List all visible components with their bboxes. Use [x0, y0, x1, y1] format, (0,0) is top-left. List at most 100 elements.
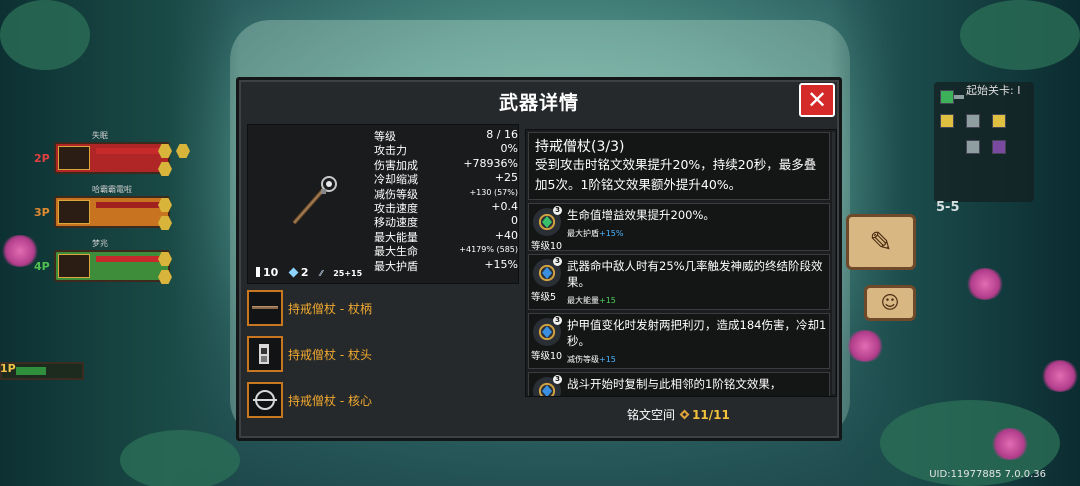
potion-count: 10 — [256, 266, 278, 279]
health-bar — [16, 367, 46, 375]
health-bar — [96, 148, 164, 154]
minimap-room — [966, 114, 980, 128]
crystal-icon — [288, 267, 299, 278]
stat-row: 最大护盾 +15% — [374, 257, 522, 273]
weapon-part-handle[interactable]: 持戒僧杖 - 杖柄 — [247, 290, 519, 328]
player-tag: 3P — [34, 206, 50, 219]
tier-badge: 3 — [553, 206, 562, 215]
inscription-item[interactable]: 3 等级10 护甲值变化时发射两把利刃，造成184伤害，冷却1秒。 减伤等级+1… — [528, 313, 830, 369]
stats-list: 等级 8 / 16 攻击力 0% 伤害加成 +78936% 冷却缩减 +25 减伤等级 +130 … — [374, 128, 522, 273]
stat-row: 移动速度 0 — [374, 214, 522, 229]
minimap[interactable]: 起始关卡: I 5-5 — [934, 82, 1034, 215]
inscription-level: 等级10 — [531, 241, 563, 252]
profile-card-icon: ☺ — [880, 292, 900, 314]
inscription-space-value: 11/11 — [692, 408, 730, 422]
teammate-status-bar — [54, 196, 170, 228]
weapon-part-core[interactable]: 持戒僧杖 - 核心 — [247, 382, 519, 420]
stat-value: +78936% — [463, 156, 518, 170]
teammate-card-3p[interactable]: 哈霸霸電啦 3P — [34, 185, 184, 236]
stat-row: 等级 8 / 16 — [374, 128, 522, 143]
inscription-space-label: 铭文空间 — [627, 408, 676, 422]
flower-decoration — [845, 330, 885, 362]
stat-row: 冷却缩减 +25 — [374, 171, 522, 186]
potion-icon — [256, 267, 260, 277]
stat-row: 攻击速度 +0.4 — [374, 200, 522, 215]
minimap-link — [954, 95, 964, 99]
flower-decoration — [1040, 360, 1080, 392]
uid-label: UID:11977885 7.0.0.36 — [929, 469, 1046, 480]
teammate-status-bar — [54, 250, 170, 282]
stat-row: 伤害加成 +78936% — [374, 156, 522, 172]
inscription-item[interactable]: 3 等级10 生命值增益效果提升200%。 最大护盾+15% — [528, 203, 830, 252]
bush-decoration — [120, 430, 240, 486]
tier-badge: 3 — [553, 257, 562, 266]
teammate-status-bar — [54, 142, 170, 174]
stat-value: 0 — [511, 214, 518, 228]
bush-decoration — [0, 0, 90, 70]
green-gem-icon — [542, 216, 552, 228]
inscription-text: 武器命中敌人时有25%几率触发神威的终结阶段效果。 — [567, 259, 823, 289]
flower-decoration — [990, 428, 1030, 460]
part-label: 持戒僧杖 - 杖头 — [288, 348, 372, 362]
stat-value: 8 / 16 — [486, 128, 518, 141]
notebook-icon: ✎ — [869, 225, 893, 259]
teammate-name: 梦兆 — [92, 239, 108, 248]
stat-value: +130 (57%) — [469, 187, 518, 197]
inscription-text: 生命值增益效果提升200%。 — [567, 208, 715, 222]
tier-badge: 3 — [553, 375, 562, 384]
teammate-card-4p[interactable]: 梦兆 4P — [34, 239, 184, 290]
blue-gem-icon — [542, 267, 552, 279]
crystal-count: 2 — [288, 266, 308, 279]
inscription-level: 等级5 — [531, 292, 557, 303]
weapon-set-description: 持戒僧杖(3/3) 受到攻击时铭文效果提升20%，持续20秒，最多叠加5次。1阶… — [528, 132, 830, 200]
inscription-bonus: 减伤等级+15 — [567, 355, 616, 364]
staff-handle-icon — [247, 290, 283, 326]
profile-button[interactable]: ☺ — [864, 285, 916, 321]
minimap-room — [966, 140, 980, 154]
teammate-card-2p[interactable]: 失眠 2P — [34, 131, 190, 182]
inscription-item[interactable]: 3 战斗开始时复制与此相邻的1阶铭文效果， — [528, 372, 830, 396]
inscription-panel[interactable]: 持戒僧杖(3/3) 受到攻击时铭文效果提升20%，持续20秒，最多叠加5次。1阶… — [525, 129, 837, 397]
player-tag: 2P — [34, 152, 50, 165]
inscription-text: 战斗开始时复制与此相邻的1阶铭文效果， — [567, 377, 782, 391]
flower-decoration — [965, 268, 1005, 300]
stat-row: 最大能量 +40 — [374, 229, 522, 244]
minimap-room — [992, 140, 1006, 154]
staff-core-icon — [247, 382, 283, 418]
weapon-detail-dialog: 武器详情 ✕ 等级 8 / 16 攻击力 0% 伤害加成 +78936% 冷却缩减 +25 减伤… — [236, 77, 842, 441]
inscription-bonus: 最大护盾+15% — [567, 229, 624, 238]
stat-value: +25 — [494, 171, 518, 185]
inscription-level: 等级10 — [531, 351, 563, 362]
set-title: 持戒僧杖(3/3) — [535, 139, 625, 155]
staff-head-icon — [247, 336, 283, 372]
part-label: 持戒僧杖 - 核心 — [288, 394, 372, 408]
bush-decoration — [960, 0, 1080, 70]
set-description: 受到攻击时铭文效果提升20%，持续20秒，最多叠加5次。1阶铭文效果额外提升40… — [535, 157, 817, 192]
blue-gem-icon — [542, 326, 552, 338]
minimap-room — [940, 90, 954, 104]
part-label: 持戒僧杖 - 杖柄 — [288, 302, 372, 316]
teammate-name: 失眠 — [92, 131, 108, 140]
monk-staff-weapon-icon — [292, 176, 337, 225]
player-tag: 4P — [34, 260, 50, 273]
weapon-part-head[interactable]: 持戒僧杖 - 杖头 — [247, 336, 519, 374]
inscription-slot-icon — [679, 409, 690, 420]
close-button[interactable]: ✕ — [799, 83, 835, 117]
teammate-avatar — [58, 200, 90, 224]
inscription-item[interactable]: 3 等级5 武器命中敌人时有25%几率触发神威的终结阶段效果。 最大能量+15 — [528, 254, 830, 310]
stat-value: +15% — [484, 257, 518, 271]
stage-label: 5-5 — [936, 200, 960, 215]
player-tag: 1P — [0, 362, 16, 375]
notes-button[interactable]: ✎ — [846, 214, 916, 270]
inscription-text: 护甲值变化时发射两把利刃，造成184伤害，冷却1秒。 — [567, 318, 827, 348]
teammate-name: 哈霸霸電啦 — [92, 185, 132, 194]
crit-icon: ⁄⁄ — [319, 269, 326, 278]
self-status-bar: 1P — [0, 362, 84, 380]
teammate-avatar — [58, 254, 90, 278]
crit-value: ⁄⁄ 25+15 — [319, 269, 363, 278]
inscription-space: 铭文空间 11/11 — [627, 406, 730, 423]
minimap-title: 起始关卡: I — [966, 84, 1021, 97]
scrollbar[interactable] — [832, 132, 835, 394]
health-bar — [96, 202, 164, 208]
weapon-stats-panel: 等级 8 / 16 攻击力 0% 伤害加成 +78936% 冷却缩减 +25 减伤等级 +130 … — [247, 124, 519, 284]
